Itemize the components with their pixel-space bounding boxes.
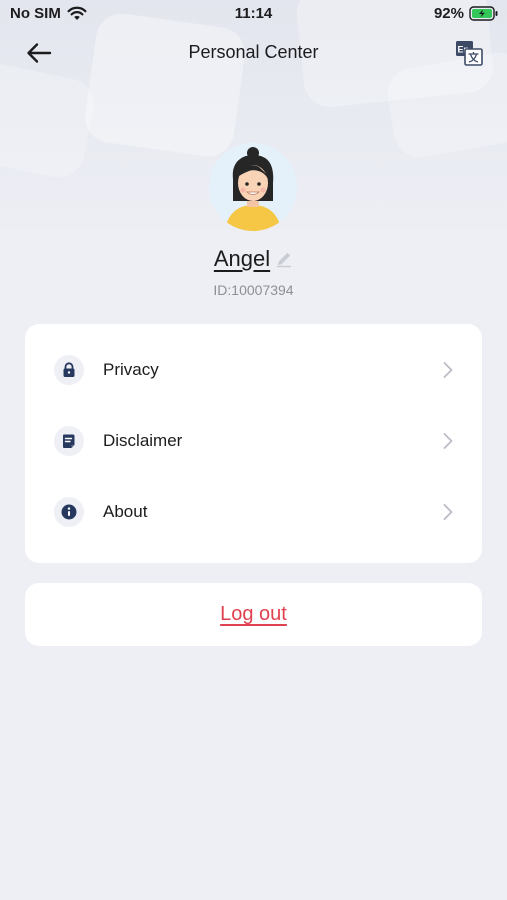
menu-label-disclaimer: Disclaimer (103, 431, 183, 450)
menu-item-about[interactable]: About (25, 477, 482, 547)
pencil-icon[interactable] (275, 250, 293, 268)
document-icon (63, 434, 75, 448)
menu-label-about: About (103, 502, 148, 521)
lock-icon (63, 362, 75, 377)
status-right: 92% (434, 5, 499, 22)
profile-name: Angel (213, 246, 271, 271)
user-id: ID:10007394 (213, 282, 294, 298)
menu-icon-wrapper (54, 497, 84, 527)
language-button[interactable]: En (455, 40, 483, 66)
chevron-right-icon (443, 504, 453, 520)
menu-label-privacy: Privacy (103, 360, 159, 379)
chevron-right-icon (443, 433, 453, 449)
menu-icon-wrapper (54, 355, 84, 385)
settings-menu-card: Privacy Disclaimer About (25, 324, 482, 563)
avatar-girl (209, 143, 297, 231)
translate-icon: En (456, 41, 483, 66)
battery-charging-icon (469, 6, 498, 21)
status-time: 11:14 (234, 5, 273, 22)
info-icon (61, 504, 77, 520)
profile-name-row: Angel (0, 246, 507, 272)
menu-icon-wrapper (54, 426, 84, 456)
navigation-bar: Personal Center En (0, 30, 507, 76)
menu-item-privacy[interactable]: Privacy (25, 335, 482, 405)
logout-button[interactable]: Log out (25, 583, 482, 646)
page-title: Personal Center (188, 42, 319, 62)
battery-percent: 92% (433, 5, 464, 22)
status-bar: No SIM 11:14 92% (0, 0, 507, 28)
background-shape (0, 57, 99, 183)
menu-item-disclaimer[interactable]: Disclaimer (25, 406, 482, 476)
logout-label: Log out (220, 603, 287, 625)
chevron-right-icon (443, 362, 453, 378)
avatar[interactable] (209, 143, 297, 231)
